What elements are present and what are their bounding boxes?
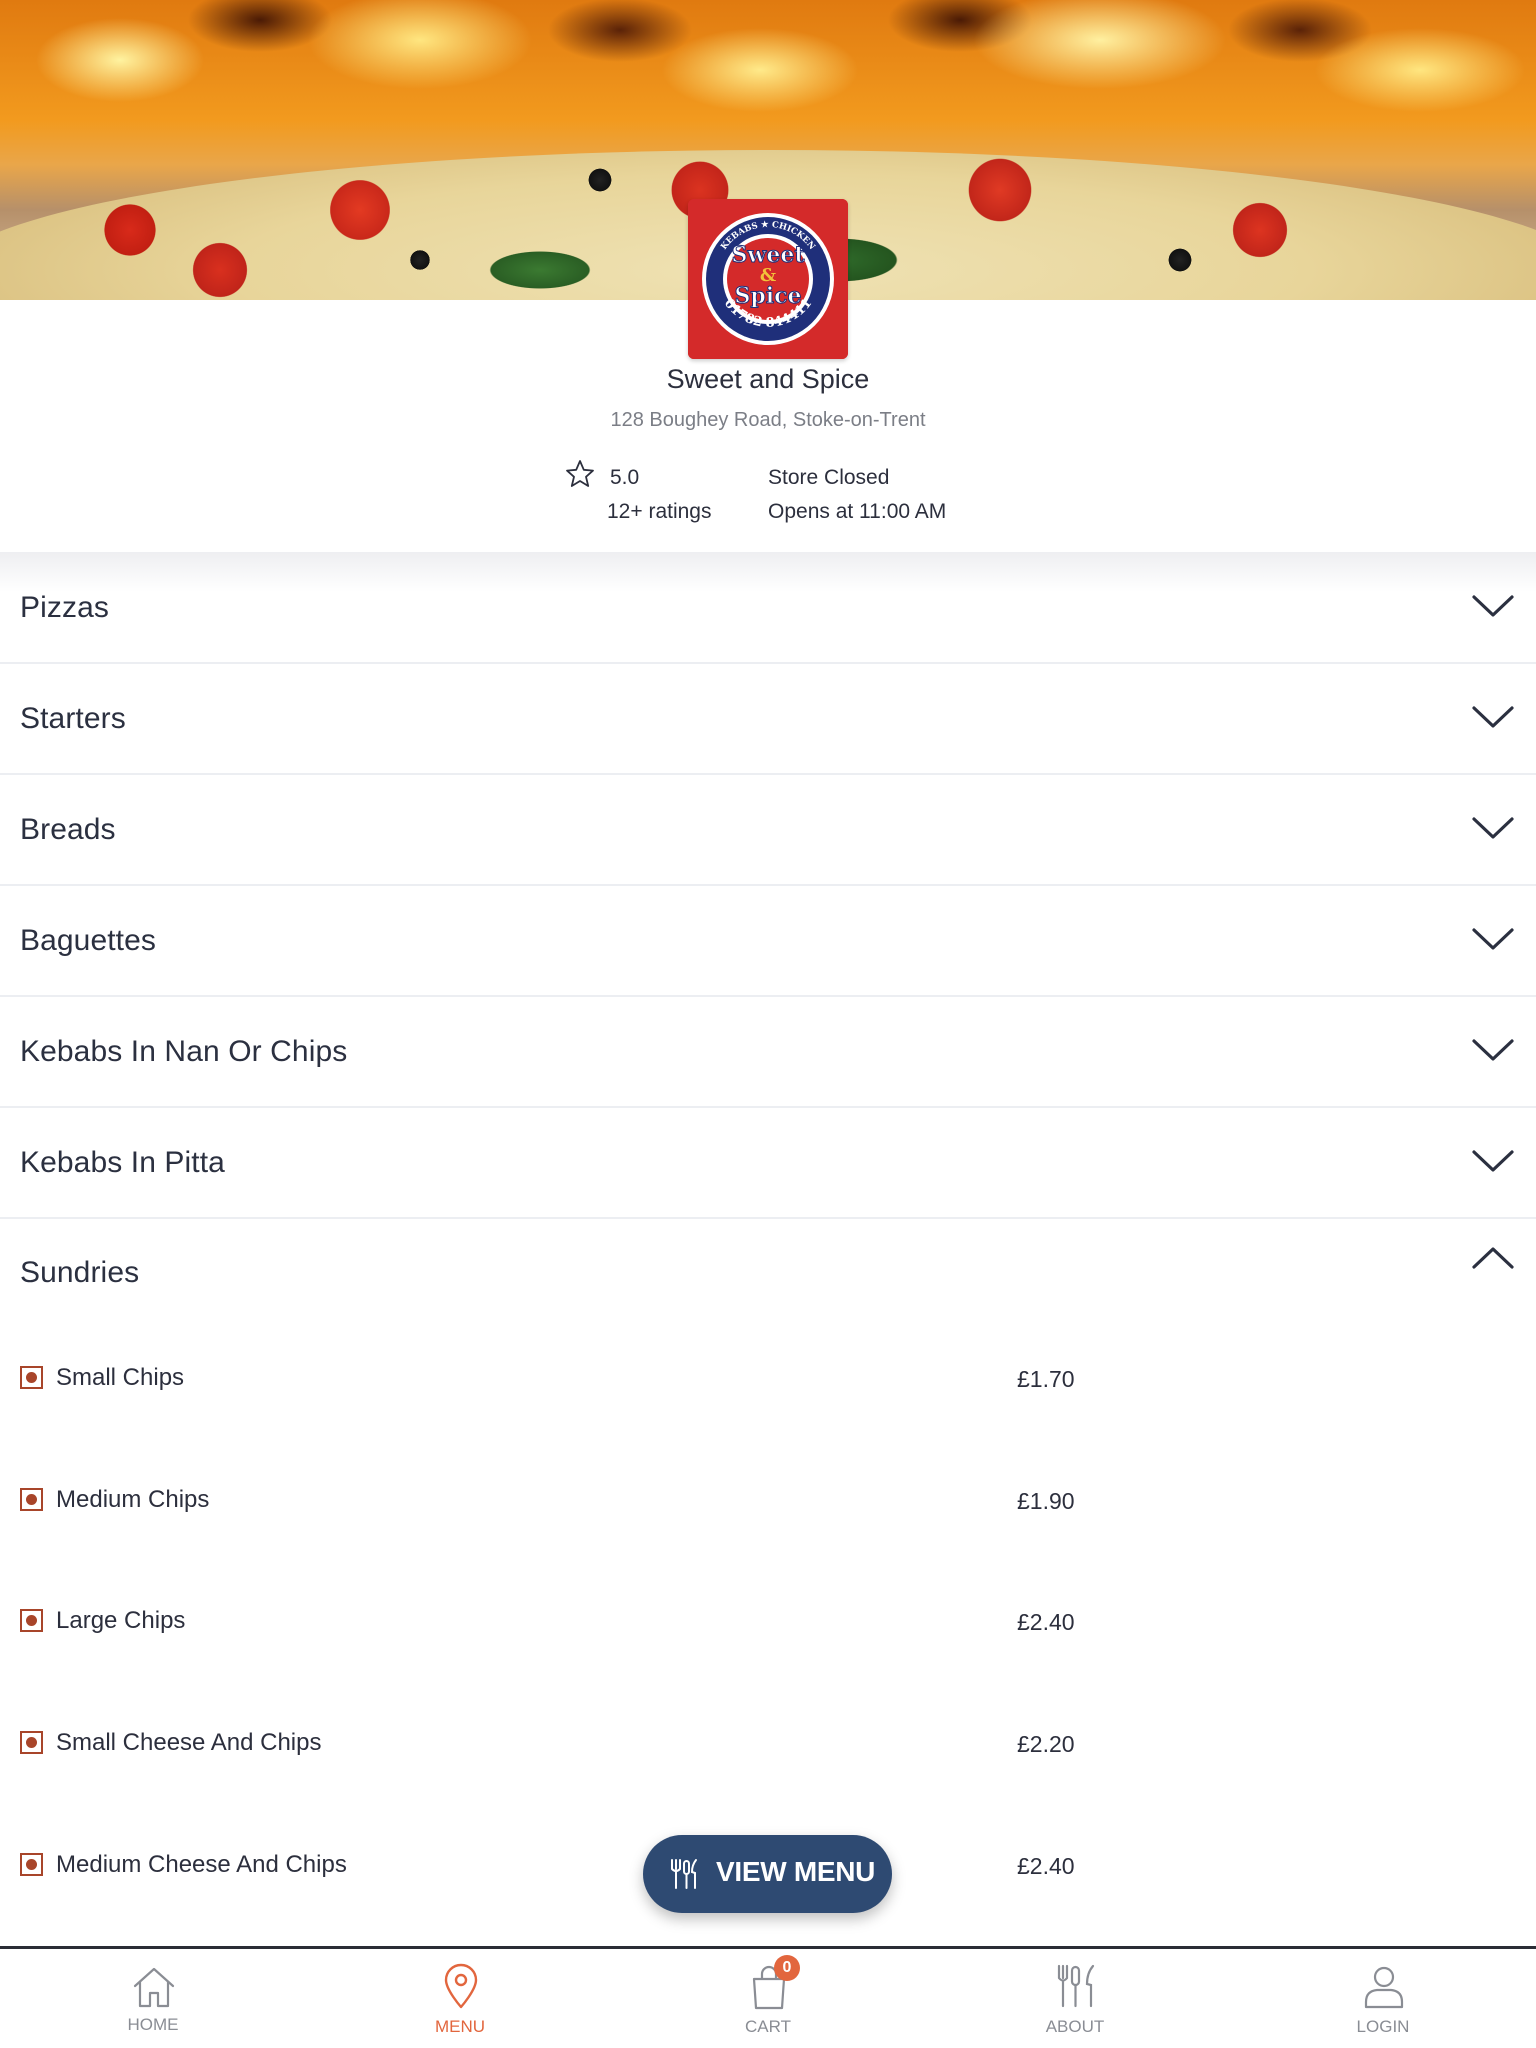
veg-indicator-icon [20,1853,43,1876]
category-label: Pizzas [20,591,109,624]
nav-label: CART [745,2017,791,2036]
chevron-down-icon [1472,1150,1514,1172]
store-name: Sweet and Spice [666,364,870,394]
chevron-down-icon [1472,928,1514,950]
item-price: £1.90 [1017,1488,1075,1514]
rating-count: 12+ ratings [607,500,712,523]
opens-at-time: Opens at 11:00 AM [768,500,947,523]
item-name: Medium Cheese And Chips [56,1851,347,1878]
nav-label: LOGIN [1356,2017,1410,2036]
menu-item[interactable]: Large Chips £2.40 [0,1607,1536,1669]
category-label: Sundries [20,1256,140,1289]
nav-menu[interactable]: MENU [360,1949,560,2048]
menu-item[interactable]: Small Chips £1.70 [0,1364,1536,1426]
item-name: Medium Chips [56,1486,210,1513]
item-price: £2.40 [1017,1853,1075,1879]
store-logo: KEBABS ★ CHICKEN 01782 844411 Sweet & Sp… [688,199,848,359]
chevron-down-icon [1472,595,1514,617]
nav-label: HOME [127,2015,179,2034]
logo-word-spice: Spice [734,283,801,309]
nav-home[interactable]: HOME [53,1949,253,2048]
category-sundries[interactable]: Sundries [0,1219,1536,1330]
home-icon [133,1967,175,2008]
cutlery-icon [671,1859,697,1889]
veg-indicator-icon [20,1609,43,1632]
store-address: 128 Boughey Road, Stoke-on-Trent [610,409,926,431]
category-label: Breads [20,813,116,846]
nav-cart[interactable]: 0 CART [668,1949,868,2048]
category-kebabs-in-nan-or-chips[interactable]: Kebabs In Nan Or Chips [0,997,1536,1108]
rating-value: 5.0 [610,466,640,489]
category-baguettes[interactable]: Baguettes [0,886,1536,997]
bottom-nav: HOME MENU 0 CART ABOUT LOGIN [0,1946,1536,2048]
category-pizzas[interactable]: Pizzas [0,553,1536,664]
cutlery-icon [1057,1964,1095,2008]
item-name: Large Chips [56,1607,186,1634]
menu-item[interactable]: Small Cheese And Chips £2.20 [0,1729,1536,1791]
category-breads[interactable]: Breads [0,775,1536,886]
store-status: Store Closed [768,466,890,489]
chevron-down-icon [1472,706,1514,728]
item-price: £2.40 [1017,1609,1075,1635]
category-label: Kebabs In Nan Or Chips [20,1035,348,1068]
item-name: Small Chips [56,1364,185,1391]
item-price: £2.20 [1017,1731,1075,1757]
chevron-down-icon [1472,817,1514,839]
store-status-block: Store Closed Opens at 11:00 AM [768,462,1008,532]
chevron-up-icon [1472,1247,1514,1269]
nav-label: MENU [434,2017,486,2036]
category-starters[interactable]: Starters [0,664,1536,775]
item-price: £1.70 [1017,1366,1075,1392]
category-label: Starters [20,702,126,735]
view-menu-label: VIEW MENU [716,1856,876,1887]
veg-indicator-icon [20,1366,43,1389]
rating-block: 5.0 12+ ratings [564,458,744,528]
category-kebabs-in-pitta[interactable]: Kebabs In Pitta [0,1108,1536,1219]
nav-label: ABOUT [1045,2017,1105,2036]
nav-login[interactable]: LOGIN [1283,1949,1483,2048]
nav-about[interactable]: ABOUT [975,1949,1175,2048]
user-icon [1364,1966,1404,2009]
star-icon [566,460,594,487]
veg-indicator-icon [20,1731,43,1754]
cart-count-badge: 0 [774,1955,800,1981]
category-label: Baguettes [20,924,157,957]
veg-indicator-icon [20,1488,43,1511]
item-name: Small Cheese And Chips [56,1729,322,1756]
view-menu-button[interactable]: VIEW MENU [643,1835,892,1913]
menu-item[interactable]: Medium Chips £1.90 [0,1486,1536,1548]
map-pin-icon [444,1963,478,2009]
category-label: Kebabs In Pitta [20,1146,225,1179]
chevron-down-icon [1472,1039,1514,1061]
